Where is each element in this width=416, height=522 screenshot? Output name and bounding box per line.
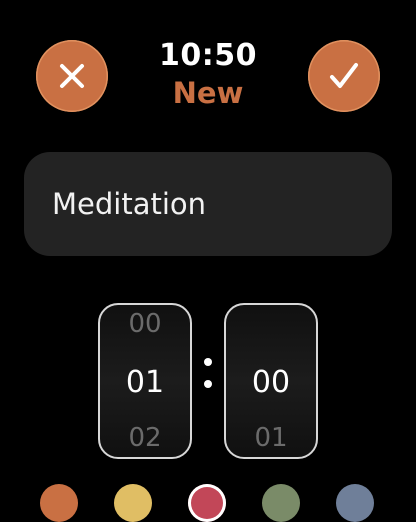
- name-input[interactable]: Meditation: [24, 152, 392, 256]
- hours-prev-value: 00: [128, 309, 162, 339]
- color-swatch-red-selected[interactable]: [188, 484, 226, 522]
- name-input-value: Meditation: [52, 187, 207, 221]
- color-swatch-orange[interactable]: [40, 484, 78, 522]
- color-swatch-blue[interactable]: [336, 484, 374, 522]
- minutes-current-value: 00: [251, 365, 291, 400]
- hours-current-value: 01: [125, 365, 165, 400]
- hours-picker[interactable]: 00 01 02: [98, 303, 192, 459]
- color-swatch-green[interactable]: [262, 484, 300, 522]
- hours-next-value: 02: [128, 423, 162, 453]
- time-separator: [204, 356, 212, 390]
- checkmark-icon: [330, 63, 358, 88]
- minutes-picker[interactable]: 00 01: [224, 303, 318, 459]
- minutes-next-value: 01: [254, 423, 288, 453]
- color-swatch-yellow[interactable]: [114, 484, 152, 522]
- confirm-button[interactable]: [308, 40, 380, 112]
